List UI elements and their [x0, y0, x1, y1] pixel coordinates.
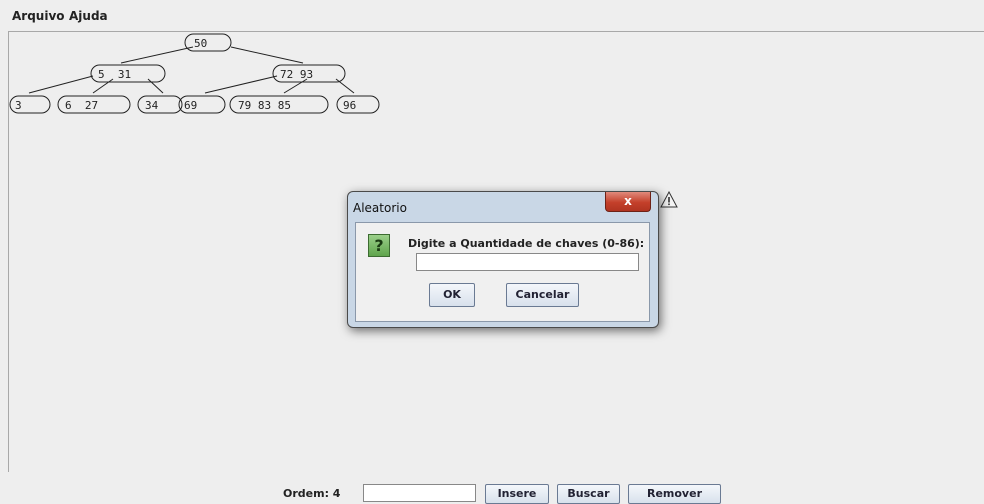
question-icon: ? [368, 234, 390, 257]
dialog-title: Aleatorio [353, 201, 407, 215]
node-keys-root: 50 [194, 37, 207, 50]
remover-button[interactable]: Remover [628, 484, 721, 504]
aleatorio-dialog: Aleatorio x ? Digite a Quantidade de cha… [347, 191, 659, 328]
node-keys-leaf2: 6 27 [65, 99, 98, 112]
close-icon[interactable]: x [605, 192, 651, 212]
edge-left-leaf1 [28, 75, 94, 94]
edge-right-leaf5 [283, 78, 308, 94]
edge-root-left [120, 46, 194, 64]
node-keys-leaf1: 3 [15, 99, 22, 112]
tree-node [184, 33, 232, 52]
ordem-label: Ordem: 4 [283, 487, 341, 500]
ok-button[interactable]: OK [429, 283, 475, 307]
node-keys-right: 72 93 [280, 68, 313, 81]
menu-bar: Arquivo Ajuda [0, 0, 984, 30]
node-keys-left: 5 31 [98, 68, 131, 81]
menu-ajuda[interactable]: Ajuda [69, 9, 108, 23]
edge-root-right [230, 46, 304, 64]
dialog-prompt: Digite a Quantidade de chaves (0-86): [408, 237, 645, 250]
edge-right-leaf6 [335, 78, 355, 94]
node-keys-leaf6: 96 [343, 99, 356, 112]
warning-icon [660, 191, 678, 208]
menu-arquivo[interactable]: Arquivo [12, 9, 65, 23]
dialog-body: ? Digite a Quantidade de chaves (0-86): … [355, 222, 650, 322]
insere-button[interactable]: Insere [485, 484, 549, 504]
key-input[interactable] [363, 484, 476, 502]
buscar-button[interactable]: Buscar [557, 484, 620, 504]
edge-right-leaf4 [204, 75, 278, 94]
node-keys-leaf5: 79 83 85 [238, 99, 291, 112]
node-keys-leaf4: 69 [184, 99, 197, 112]
node-keys-leaf3: 34 [145, 99, 159, 112]
cancel-button[interactable]: Cancelar [506, 283, 579, 307]
key-count-input[interactable] [416, 253, 639, 271]
